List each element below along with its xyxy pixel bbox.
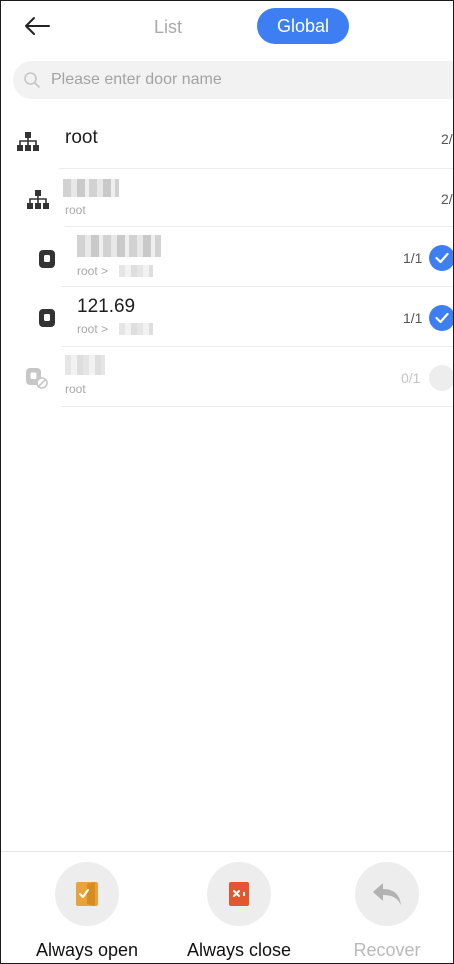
blurred-name <box>65 355 105 375</box>
door-offline-icon <box>26 368 48 389</box>
check-icon <box>435 252 449 264</box>
door-close-icon <box>229 882 249 906</box>
node-count: 2/ <box>441 131 453 147</box>
door-count: 1/1 <box>403 250 423 266</box>
org-tree-icon <box>27 190 49 209</box>
node-count: 2/ <box>441 191 453 207</box>
door-path: root <box>65 382 86 396</box>
always-close-label: Always close <box>186 940 292 960</box>
door-lock-icon <box>39 309 55 327</box>
door-checkbox[interactable] <box>429 365 453 391</box>
search-bar[interactable] <box>13 61 453 99</box>
tree-node-root[interactable]: root 2/ <box>1 113 453 169</box>
blurred-path <box>119 265 153 277</box>
org-tree-icon <box>17 132 39 151</box>
app-screen: List Global root 2/ root <box>0 0 454 964</box>
bottom-action-bar: Always open Always close Recover <box>1 851 453 963</box>
undo-icon <box>373 883 401 905</box>
door-count: 0/1 <box>401 370 421 386</box>
door-count: 1/1 <box>403 310 423 326</box>
door-item[interactable]: 121.69 root > 1/1 <box>1 287 453 347</box>
tree-node-group[interactable]: root 2/ <box>1 169 453 227</box>
always-open-button[interactable]: Always open <box>27 862 147 962</box>
always-close-icon-circle <box>207 862 271 926</box>
back-button[interactable] <box>21 11 53 41</box>
tab-global[interactable]: Global <box>257 8 349 44</box>
node-name: root <box>65 127 98 148</box>
door-name: 121.69 <box>77 296 136 317</box>
door-checkbox[interactable] <box>429 245 453 271</box>
door-item-offline[interactable]: root 0/1 <box>1 347 453 407</box>
always-open-label: Always open <box>35 940 139 960</box>
door-checkbox[interactable] <box>429 305 453 331</box>
always-close-button[interactable]: Always close <box>179 862 299 962</box>
tab-list[interactable]: List <box>141 13 195 41</box>
door-item[interactable]: root > 1/1 <box>1 227 453 287</box>
recover-button[interactable]: Recover <box>327 862 447 962</box>
door-open-icon <box>76 882 98 906</box>
door-path: root > <box>77 322 109 336</box>
blurred-name <box>77 235 161 257</box>
blurred-path <box>119 323 153 335</box>
node-path: root <box>65 203 86 217</box>
recover-label: Recover <box>353 940 421 960</box>
search-input[interactable] <box>51 71 431 89</box>
check-icon <box>435 312 449 324</box>
search-icon <box>24 72 40 88</box>
arrow-left-icon <box>25 17 50 35</box>
always-open-icon-circle <box>55 862 119 926</box>
recover-icon-circle <box>355 862 419 926</box>
door-lock-icon <box>39 250 55 268</box>
blurred-name <box>63 179 119 197</box>
top-bar: List Global <box>1 1 453 53</box>
divider <box>61 406 453 407</box>
door-path: root > <box>77 264 109 278</box>
